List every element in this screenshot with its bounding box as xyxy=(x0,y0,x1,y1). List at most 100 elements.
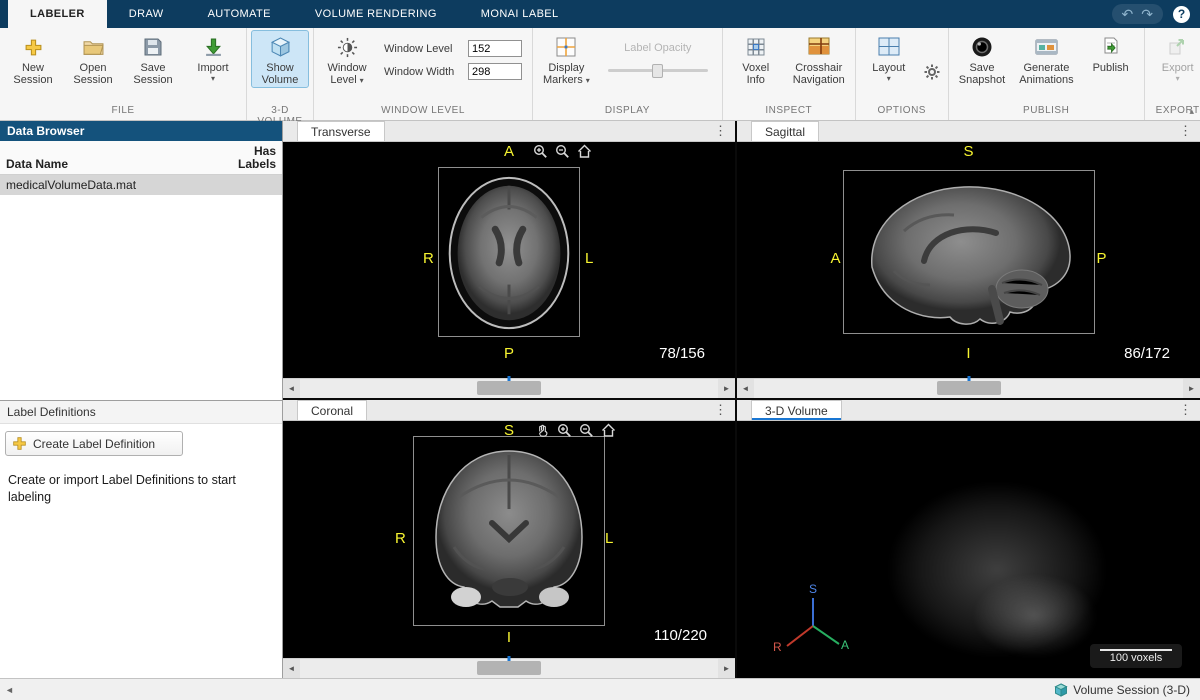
tab-coronal[interactable]: Coronal xyxy=(297,400,367,420)
voxel-info-button[interactable]: Voxel Info xyxy=(727,30,785,88)
orientation-label-bottom: I xyxy=(966,345,970,362)
orientation-label-right: P xyxy=(1097,250,1107,267)
home-icon[interactable] xyxy=(577,144,592,159)
layout-icon xyxy=(878,34,900,60)
scrollbar-thumb[interactable] xyxy=(937,381,1001,395)
settings-button[interactable] xyxy=(920,60,944,89)
redo-icon[interactable]: ↷ xyxy=(1141,5,1153,23)
data-row-medicalvolumedata[interactable]: medicalVolumeData.mat xyxy=(0,175,282,195)
orientation-label-top: S xyxy=(963,143,973,160)
slice-counter: 110/220 xyxy=(654,627,707,644)
animations-icon xyxy=(1035,34,1058,60)
zoom-in-icon[interactable] xyxy=(557,423,572,438)
collapse-toolstrip-icon[interactable]: ▴ xyxy=(1189,106,1194,117)
coronal-viewport[interactable]: S R L I 110/220 xyxy=(283,421,735,658)
orientation-label-bottom: P xyxy=(504,345,514,362)
scroll-left-icon[interactable]: ◄ xyxy=(283,659,300,678)
slice-counter: 78/156 xyxy=(659,345,705,362)
column-has-labels[interactable]: Has Labels xyxy=(238,145,276,171)
window-level-input[interactable] xyxy=(468,40,522,57)
display-markers-button[interactable]: Display Markers ▾ xyxy=(537,30,596,88)
coronal-slice-scrollbar[interactable]: ◄ ► xyxy=(283,658,735,678)
status-bar: ◄ Volume Session (3-D) xyxy=(0,678,1200,700)
open-session-button[interactable]: Open Session xyxy=(64,30,122,88)
volume3d-tabstrip: 3-D Volume ⋮ xyxy=(737,400,1200,421)
orientation-label-right: L xyxy=(585,250,593,267)
pane-menu-icon[interactable]: ⋮ xyxy=(1171,400,1200,420)
scroll-left-icon[interactable]: ◄ xyxy=(737,379,754,398)
window-level-label: Window Level xyxy=(384,43,462,55)
label-definitions-header: Label Definitions xyxy=(0,400,282,424)
window-level-button[interactable]: Window Level ▾ xyxy=(318,30,376,88)
layout-button[interactable]: Layout ▾ xyxy=(860,30,918,85)
data-browser-panel: Data Browser Data Name Has Labels medica… xyxy=(0,121,283,678)
tab-automate[interactable]: AUTOMATE xyxy=(186,0,293,28)
voxel-info-icon xyxy=(746,34,766,60)
pane-menu-icon[interactable]: ⋮ xyxy=(706,121,735,141)
zoom-out-icon[interactable] xyxy=(555,144,570,159)
collapse-panel-icon[interactable]: ◄ xyxy=(0,685,14,695)
orientation-label-top: S xyxy=(504,422,514,439)
axis-a-label: A xyxy=(841,638,849,652)
scroll-right-icon[interactable]: ► xyxy=(1183,379,1200,398)
export-icon xyxy=(1168,34,1188,60)
tab-draw[interactable]: DRAW xyxy=(107,0,186,28)
plus-icon xyxy=(12,436,27,451)
scrollbar-thumb[interactable] xyxy=(477,661,541,675)
scrollbar-thumb[interactable] xyxy=(477,381,541,395)
chevron-down-icon: ▾ xyxy=(887,74,891,83)
tab-transverse[interactable]: Transverse xyxy=(297,121,385,141)
section-options: Layout ▾ OPTIONS xyxy=(856,28,949,120)
ribbon-tab-bar: LABELER DRAW AUTOMATE VOLUME RENDERING M… xyxy=(0,0,1200,28)
chevron-down-icon: ▾ xyxy=(586,76,590,85)
sagittal-viewport[interactable]: S A P I 86/172 xyxy=(737,142,1200,378)
home-icon[interactable] xyxy=(601,423,616,438)
pane-menu-icon[interactable]: ⋮ xyxy=(706,400,735,420)
show-volume-button[interactable]: Show Volume xyxy=(251,30,309,88)
zoom-in-icon[interactable] xyxy=(533,144,548,159)
chevron-down-icon: ▾ xyxy=(1176,74,1180,83)
save-session-button[interactable]: Save Session xyxy=(124,30,182,88)
slice-counter: 86/172 xyxy=(1124,345,1170,362)
crosshair-navigation-icon xyxy=(808,34,830,60)
gear-icon xyxy=(924,67,940,84)
create-label-definition-button[interactable]: Create Label Definition xyxy=(5,431,183,456)
window-width-input[interactable] xyxy=(468,63,522,80)
sagittal-slice-scrollbar[interactable]: ◄ ► xyxy=(737,378,1200,398)
publish-button[interactable]: Publish xyxy=(1082,30,1140,76)
pane-transverse: Transverse ⋮ A R L P xyxy=(283,121,735,398)
scroll-right-icon[interactable]: ► xyxy=(718,659,735,678)
volume3d-viewport[interactable]: S R A 100 voxels xyxy=(737,421,1200,678)
scale-bar-line xyxy=(1100,649,1172,651)
label-opacity-slider xyxy=(608,64,708,76)
crosshair-navigation-button[interactable]: Crosshair Navigation xyxy=(787,30,851,88)
zoom-out-icon[interactable] xyxy=(579,423,594,438)
save-snapshot-button[interactable]: Save Snapshot xyxy=(953,30,1011,88)
new-session-button[interactable]: New Session xyxy=(4,30,62,88)
scroll-right-icon[interactable]: ► xyxy=(718,379,735,398)
axis-r-label: R xyxy=(773,640,782,654)
tab-volume-rendering[interactable]: VOLUME RENDERING xyxy=(293,0,459,28)
help-icon[interactable]: ? xyxy=(1173,6,1190,23)
tab-monai-label[interactable]: MONAI LABEL xyxy=(459,0,581,28)
import-button[interactable]: Import ▾ xyxy=(184,30,242,85)
tab-labeler[interactable]: LABELER xyxy=(8,0,107,28)
column-data-name[interactable]: Data Name xyxy=(6,157,68,171)
tab-sagittal[interactable]: Sagittal xyxy=(751,121,819,141)
session-label: Volume Session (3-D) xyxy=(1073,683,1190,697)
pane-menu-icon[interactable]: ⋮ xyxy=(1171,121,1200,141)
coronal-tabstrip: Coronal ⋮ xyxy=(283,400,735,421)
transverse-slice-scrollbar[interactable]: ◄ ► xyxy=(283,378,735,398)
section-inspect: Voxel Info Crosshair Navigation INSPECT xyxy=(723,28,856,120)
label-opacity-control: Label Opacity xyxy=(598,30,718,76)
scroll-left-icon[interactable]: ◄ xyxy=(283,379,300,398)
tab-3d-volume[interactable]: 3-D Volume xyxy=(751,400,842,420)
sagittal-image xyxy=(843,170,1095,334)
generate-animations-button[interactable]: Generate Animations xyxy=(1013,30,1079,88)
open-folder-icon xyxy=(83,34,104,60)
transverse-viewport[interactable]: A R L P 78/156 xyxy=(283,142,735,378)
toolstrip: New Session Open Session Save Session xyxy=(0,28,1200,121)
export-button: Export ▾ xyxy=(1149,30,1200,85)
pan-icon[interactable] xyxy=(535,423,550,438)
undo-icon[interactable]: ↶ xyxy=(1122,5,1134,23)
